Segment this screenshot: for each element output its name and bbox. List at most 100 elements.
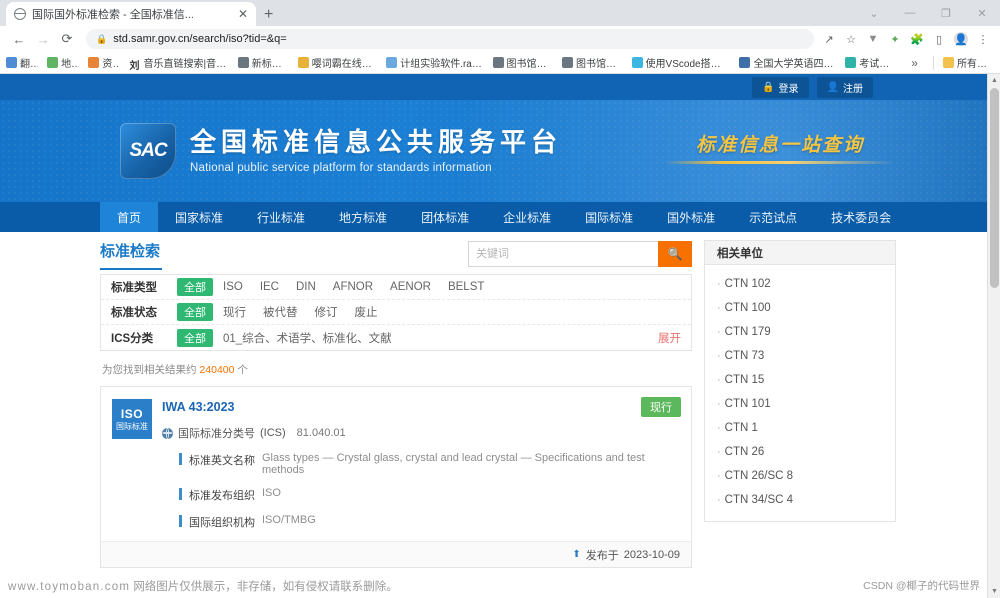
maximize-button[interactable]: ❐ [928,0,964,26]
nav-item-1[interactable]: 国家标准 [158,202,240,232]
bookmark-item[interactable]: 嘤词霸在线词典 [297,55,378,70]
bookmark-item[interactable]: 图书馆首页 [562,55,623,70]
filter-option[interactable]: 01_综合、术语学、标准化、文献 [223,330,392,346]
bookmark-star-icon[interactable]: ☆ [844,32,858,46]
forward-button[interactable]: → [32,28,54,50]
filter-all-chip[interactable]: 全部 [177,303,213,321]
filter-option[interactable]: DIN [296,281,316,293]
related-unit-item[interactable]: · CTN 179 [705,320,895,344]
filter-all-chip[interactable]: 全部 [177,328,213,347]
scrollbar-thumb[interactable] [990,88,999,288]
all-bookmarks-item[interactable]: 所有书签 [942,55,994,70]
bullet-icon: · [717,422,721,434]
related-unit-item[interactable]: · CTN 102 [705,272,895,296]
meta-key: 国际组织机构 [189,517,255,529]
related-unit-item[interactable]: · CTN 101 [705,392,895,416]
bookmarks-overflow-button[interactable]: » [905,56,924,70]
new-tab-button[interactable]: + [264,7,273,23]
side-panel-icon[interactable]: ▯ [932,32,946,46]
extension-paint-icon[interactable]: ✦ [888,32,902,46]
nav-item-6[interactable]: 国际标准 [568,202,650,232]
bookmark-label: 嘤词霸在线词典 [311,59,378,70]
nav-item-9[interactable]: 技术委员会 [814,202,908,232]
chrome-menu-icon[interactable]: ⋮ [976,32,990,46]
result-count-prefix: 为您找到相关结果约 [102,364,197,376]
published-label: 发布于 [585,549,619,562]
bookmark-item[interactable]: 使用VScode搭建R... [631,55,730,70]
nav-item-label: 国际标准 [585,210,634,225]
nav-item-2[interactable]: 行业标准 [240,202,322,232]
tab-search-icon[interactable]: ⌄ [856,0,892,26]
back-button[interactable]: ← [8,28,30,50]
bookmark-item[interactable]: 计组实验软件.rar_... [386,55,484,70]
filter-all-chip[interactable]: 全部 [177,278,213,296]
minimize-button[interactable]: — [892,0,928,26]
bullet-icon: · [717,398,721,410]
nav-item-7[interactable]: 国外标准 [650,202,732,232]
scroll-up-icon[interactable]: ▲ [988,74,1000,87]
bookmark-item[interactable]: 刘音乐直链搜索|音乐... [129,55,228,70]
search-column: 标准检索 🔍 标准类型全部ISOIECDINAFNORAENORBELST标准状… [100,240,692,568]
filter-option[interactable]: 修订 [315,304,338,320]
published-date: 2023-10-09 [623,548,680,561]
close-window-button[interactable]: ✕ [964,0,1000,26]
meta-accent-bar [179,453,182,465]
filter-label: 标准状态 [111,307,157,319]
nav-item-8[interactable]: 示范试点 [732,202,814,232]
bookmark-item[interactable]: 全国大学英语四、... [739,55,836,70]
related-unit-item[interactable]: · CTN 34/SC 4 [705,488,895,512]
bookmark-item[interactable]: 考试结束 [845,55,896,70]
related-unit-item[interactable]: · CTN 26/SC 8 [705,464,895,488]
filter-option[interactable]: AENOR [390,281,431,293]
profile-avatar-icon[interactable]: 👤 [954,32,968,46]
browser-tab[interactable]: 国际国外标准检索 - 全国标准信... ✕ [6,2,256,26]
extensions-puzzle-icon[interactable]: 🧩 [910,32,924,46]
watermark-right: CSDN @椰子的代码世界 [863,580,980,592]
nav-item-label: 示范试点 [749,210,798,225]
tab-close-icon[interactable]: ✕ [238,8,248,20]
related-unit-item[interactable]: · CTN 15 [705,368,895,392]
related-unit-item[interactable]: · CTN 1 [705,416,895,440]
search-button[interactable]: 🔍 [658,241,692,267]
tab-strip: 国际国外标准检索 - 全国标准信... ✕ + ⌄ — ❐ ✕ [0,0,1000,26]
sac-logo-icon: SAC [120,123,176,179]
result-title-link[interactable]: IWA 43:2023 [162,400,235,414]
register-button[interactable]: 👤 注册 [816,76,873,98]
filter-option[interactable]: BELST [448,281,484,293]
filter-expand-link[interactable]: 展开 [658,330,681,346]
scroll-down-icon[interactable]: ▼ [988,585,1000,598]
filter-option[interactable]: 被代替 [263,304,298,320]
page-scrollbar[interactable]: ▲ ▼ [987,74,1000,598]
login-button[interactable]: 🔒 登录 [752,76,809,98]
nav-item-5[interactable]: 企业标准 [486,202,568,232]
address-bar[interactable]: 🔒 std.samr.gov.cn/search/iso?tid=&q= [86,29,814,49]
related-unit-item[interactable]: · CTN 73 [705,344,895,368]
related-unit-item[interactable]: · CTN 100 [705,296,895,320]
ics-line: 国际标准分类号 (ICS) 81.040.01 [162,425,681,441]
nav-item-4[interactable]: 团体标准 [404,202,486,232]
share-icon[interactable]: ↗ [822,32,836,46]
reload-button[interactable]: ⟳ [56,28,78,50]
bookmark-item[interactable]: 资讯 [88,55,120,70]
filter-option[interactable]: 现行 [223,304,246,320]
meta-key: 标准发布组织 [189,490,255,502]
bookmark-item[interactable]: 翻译 [6,55,38,70]
filter-option[interactable]: 废止 [355,304,378,320]
filter-option[interactable]: AFNOR [333,281,373,293]
site-topbar: 🔒 登录 👤 注册 [0,74,1000,100]
user-icon: 👤 [826,81,839,93]
filter-option[interactable]: ISO [223,281,243,293]
nav-item-3[interactable]: 地方标准 [322,202,404,232]
related-unit-item[interactable]: · CTN 26 [705,440,895,464]
filter-option[interactable]: IEC [260,281,279,293]
lock-icon: 🔒 [96,33,108,44]
nav-item-0[interactable]: 首页 [100,202,159,232]
site-logo-group[interactable]: SAC 全国标准信息公共服务平台 National public service… [120,123,562,179]
result-card[interactable]: ISO 国际标准 IWA 43:2023 现行 国际标准分类号 (ICS) 81… [100,386,692,568]
extension-filter-icon[interactable]: ▼ [866,32,880,46]
bookmark-item[interactable]: 地图 [47,55,79,70]
register-label: 注册 [843,83,863,95]
bookmark-item[interactable]: 新标签页 [237,55,289,70]
bookmark-item[interactable]: 图书馆首页 [492,55,553,70]
search-input[interactable] [468,241,658,267]
